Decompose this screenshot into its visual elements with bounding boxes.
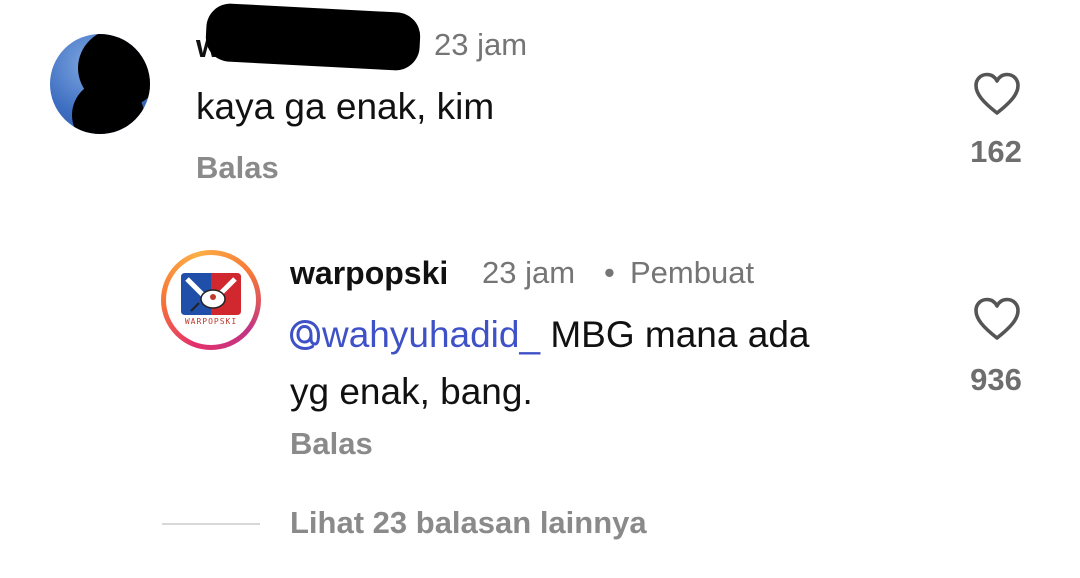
reply-text: wahyuhadid_ MBG mana ada yg enak, bang. — [289, 308, 810, 418]
creator-username[interactable]: warpopski — [290, 255, 448, 292]
reply-button[interactable]: Balas — [290, 426, 373, 462]
view-more-replies-button[interactable]: Lihat 23 balasan lainnya — [290, 505, 647, 541]
separator-dot: • — [604, 255, 615, 290]
heart-outline-icon[interactable] — [973, 297, 1021, 341]
threads-at-icon — [289, 312, 321, 365]
mention-link[interactable]: wahyuhadid_ — [289, 314, 540, 355]
reply-text-line-1: wahyuhadid_ MBG mana ada — [289, 308, 810, 365]
avatar-inner: WARPOPSKI — [166, 255, 256, 345]
redaction-bar — [204, 2, 422, 72]
creator-avatar[interactable]: WARPOPSKI — [161, 250, 261, 350]
reply-text-rest: MBG mana ada — [540, 314, 810, 355]
commenter-avatar[interactable] — [50, 34, 150, 134]
reply-timestamp: 23 jam — [482, 255, 576, 290]
like-count: 936 — [970, 362, 1022, 397]
comment-text: kaya ga enak, kim — [196, 86, 495, 127]
mention-username[interactable]: wahyuhadid_ — [322, 314, 540, 355]
reply-button[interactable]: Balas — [196, 150, 279, 186]
logo-text: WARPOPSKI — [184, 317, 238, 326]
heart-outline-icon[interactable] — [973, 72, 1021, 116]
warpopski-logo-icon — [181, 273, 241, 315]
like-count: 162 — [970, 134, 1022, 169]
creator-badge: Pembuat — [630, 255, 755, 290]
replies-divider — [162, 523, 260, 525]
comment-timestamp: 23 jam — [434, 27, 528, 62]
reply-text-line-2: yg enak, bang. — [290, 371, 533, 412]
